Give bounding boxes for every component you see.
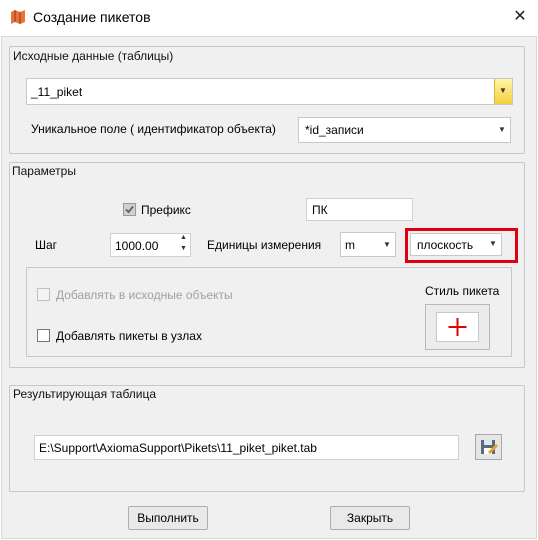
- chevron-down-icon: ▼: [383, 240, 391, 249]
- unique-field-value: *id_записи: [305, 123, 364, 137]
- chevron-down-icon: ▼: [499, 86, 507, 95]
- close-button[interactable]: Закрыть: [330, 506, 410, 530]
- prefix-label: Префикс: [141, 203, 191, 217]
- style-button[interactable]: [425, 304, 490, 350]
- spin-up-icon[interactable]: ▲: [180, 234, 187, 241]
- units-combo[interactable]: m ▼: [340, 232, 396, 257]
- app-icon: [10, 9, 26, 25]
- chevron-down-icon: ▼: [489, 239, 497, 248]
- step-label: Шаг: [35, 238, 58, 252]
- checkmark-icon: [125, 205, 134, 214]
- chevron-down-icon: ▼: [498, 125, 506, 134]
- result-path-value: E:\Support\AxiomaSupport\Pikets\11_piket…: [39, 441, 317, 455]
- source-group-title: Исходные данные (таблицы): [13, 49, 174, 63]
- save-as-icon: [481, 440, 498, 454]
- prefix-input[interactable]: ПК: [306, 198, 413, 221]
- params-group-title: Параметры: [12, 164, 76, 178]
- source-table-dropdown-button[interactable]: ▼: [494, 79, 512, 104]
- plane-combo[interactable]: плоскость ▼: [410, 233, 502, 256]
- close-window-button[interactable]: ✕: [506, 4, 534, 30]
- source-table-combo[interactable]: _11_piket ▼: [26, 78, 513, 105]
- result-group-title: Результирующая таблица: [13, 387, 157, 401]
- add-to-source-label: Добавлять в исходные объекты: [56, 288, 233, 302]
- add-to-source-checkbox[interactable]: [37, 288, 50, 301]
- style-label: Стиль пикета: [425, 284, 500, 298]
- units-value: m: [345, 238, 355, 252]
- run-button[interactable]: Выполнить: [128, 506, 208, 530]
- unique-field-combo[interactable]: *id_записи ▼: [298, 117, 511, 143]
- result-path-input[interactable]: E:\Support\AxiomaSupport\Pikets\11_piket…: [34, 435, 459, 460]
- prefix-checkbox[interactable]: [123, 203, 136, 216]
- save-file-button[interactable]: [475, 434, 502, 460]
- units-label: Единицы измерения: [207, 238, 322, 252]
- style-preview: [436, 312, 479, 342]
- step-value: 1000.00: [115, 239, 159, 253]
- add-nodes-label: Добавлять пикеты в узлах: [56, 329, 202, 343]
- prefix-value: ПК: [312, 203, 328, 217]
- title-bar: Создание пикетов ✕: [0, 0, 538, 36]
- step-spinbox[interactable]: 1000.00 ▲ ▼: [110, 233, 191, 257]
- spin-down-icon[interactable]: ▼: [180, 245, 187, 252]
- plus-symbol-icon: [448, 318, 467, 336]
- unique-field-label: Уникальное поле ( идентификатор объекта): [31, 122, 276, 136]
- add-nodes-checkbox[interactable]: [37, 329, 50, 342]
- window-title: Создание пикетов: [33, 9, 151, 25]
- plane-value: плоскость: [417, 238, 474, 252]
- source-table-value: _11_piket: [31, 85, 83, 99]
